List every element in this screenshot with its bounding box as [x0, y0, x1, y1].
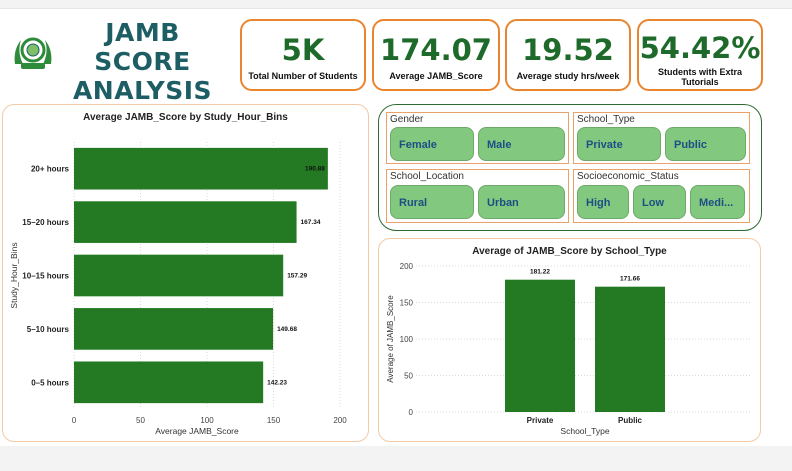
- slicer-title: Gender: [390, 114, 424, 125]
- x-tick-label: 200: [333, 416, 347, 425]
- data-label: 167.34: [301, 219, 321, 226]
- filter-slicers: Gender Female Male School_Type Private P…: [378, 104, 762, 231]
- slicer-option-male[interactable]: Male: [478, 127, 565, 161]
- kpi-total-students: 5K Total Number of Students: [240, 19, 366, 91]
- slicer-option-public[interactable]: Public: [665, 127, 746, 161]
- data-label: 142.23: [267, 379, 287, 386]
- y-tick-label: 150: [400, 299, 414, 308]
- bar: [74, 201, 297, 243]
- x-axis-title: School_Type: [560, 426, 609, 436]
- slicer-option-medium[interactable]: Medi...: [690, 185, 745, 219]
- data-label: 171.66: [620, 276, 640, 283]
- slicer-option-rural[interactable]: Rural: [390, 185, 474, 219]
- slicer-option-low[interactable]: Low: [633, 185, 686, 219]
- slicer-title: School_Type: [577, 114, 635, 125]
- page-title: JAMB SCORE ANALYSIS: [72, 18, 213, 105]
- bar: [505, 279, 575, 412]
- data-label: 157.29: [287, 273, 307, 280]
- school-location-slicer: School_Location Rural Urban: [386, 169, 569, 223]
- kpi-value: 174.07: [380, 33, 492, 67]
- kpi-label: Students with Extra Tutorials: [657, 67, 742, 87]
- slicer-option-high[interactable]: High: [577, 185, 629, 219]
- school-type-slicer: School_Type Private Public: [573, 112, 750, 164]
- bar: [74, 147, 328, 190]
- bar: [74, 254, 284, 297]
- slicer-option-private[interactable]: Private: [577, 127, 661, 161]
- kpi-value: 19.52: [522, 33, 614, 67]
- kpi-label: Average study hrs/week: [516, 71, 620, 81]
- jamb-logo-icon: [11, 30, 55, 74]
- y-axis-title: Study_Hour_Bins: [9, 242, 19, 308]
- y-tick-label: 50: [404, 372, 413, 381]
- bar: [595, 286, 665, 412]
- top-strip: [0, 0, 792, 9]
- data-label: 149.68: [277, 326, 297, 333]
- kpi-value: 5K: [281, 33, 325, 67]
- slicer-title: Socioeconomic_Status: [577, 171, 679, 182]
- kpi-extra-tutorials: 54.42% Students with Extra Tutorials: [637, 19, 763, 91]
- y-tick-label: 0: [409, 408, 414, 417]
- y-tick-label: 15–20 hours: [22, 218, 69, 227]
- x-axis-title: Average JAMB_Score: [155, 426, 239, 436]
- y-tick-label: 100: [400, 335, 414, 344]
- y-tick-label: 200: [400, 262, 414, 271]
- bottom-strip: [0, 446, 792, 471]
- kpi-value: 54.42%: [639, 31, 761, 65]
- slicer-option-female[interactable]: Female: [390, 127, 474, 161]
- y-tick-label: 0–5 hours: [31, 378, 69, 387]
- x-tick-label: Public: [618, 416, 643, 425]
- slicer-option-urban[interactable]: Urban: [478, 185, 565, 219]
- x-tick-label: Private: [527, 416, 554, 425]
- x-tick-label: 50: [136, 416, 145, 425]
- x-tick-label: 150: [267, 416, 281, 425]
- x-tick-label: 0: [72, 416, 77, 425]
- y-tick-label: 20+ hours: [31, 165, 70, 174]
- socioeconomic-status-slicer: Socioeconomic_Status High Low Medi...: [573, 169, 750, 223]
- kpi-label: Total Number of Students: [248, 71, 358, 81]
- kpi-average-jamb-score: 174.07 Average JAMB_Score: [372, 19, 500, 91]
- bar: [74, 361, 264, 404]
- slicer-title: School_Location: [390, 171, 464, 182]
- data-label: 190.88: [305, 166, 325, 173]
- y-tick-label: 10–15 hours: [22, 272, 69, 281]
- gender-slicer: Gender Female Male: [386, 112, 569, 164]
- kpi-average-study-hours: 19.52 Average study hrs/week: [505, 19, 631, 91]
- kpi-label: Average JAMB_Score: [389, 71, 483, 81]
- data-label: 181.22: [530, 269, 550, 276]
- school-type-bar-chart: 0 50 100 150 200 181.22 Private 171.66 Public Sch…: [386, 262, 750, 436]
- x-tick-label: 100: [200, 416, 214, 425]
- bar: [74, 308, 274, 350]
- y-tick-label: 5–10 hours: [27, 325, 70, 334]
- y-axis-title: Average of JAMB_Score: [386, 295, 395, 383]
- study-hours-bar-chart: 0 50 100 150 200 20+ hours 190.88 15–20 hours 16…: [9, 142, 347, 436]
